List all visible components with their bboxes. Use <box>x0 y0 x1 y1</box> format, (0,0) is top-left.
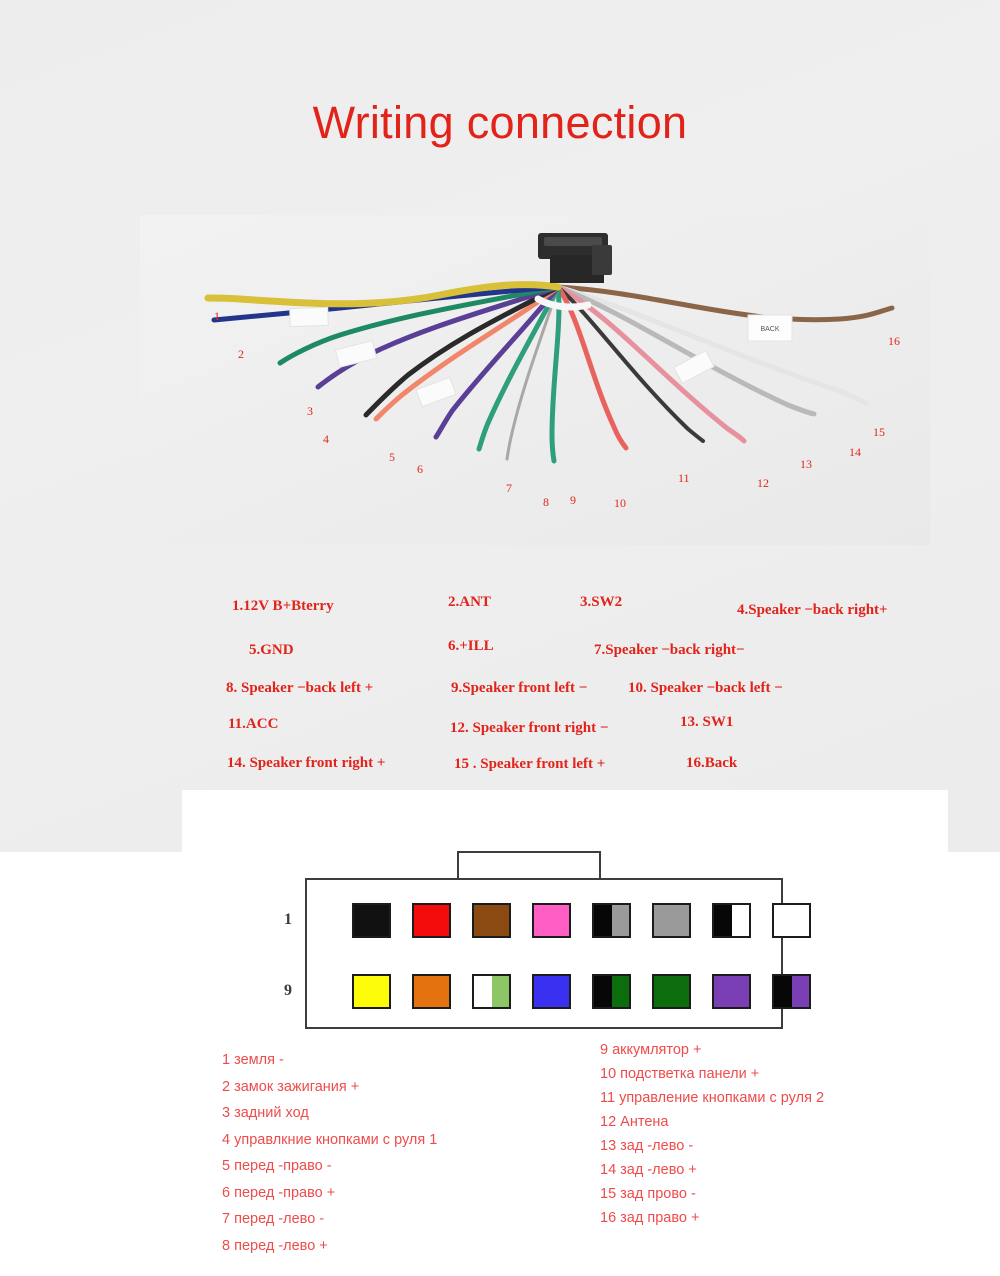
wire-harness-photo: BACK 1 2 3 4 5 6 7 8 9 10 11 12 13 14 15… <box>140 215 930 545</box>
wire-number-16: 16 <box>888 334 900 348</box>
legend-en-item-1: 1.12V B+Bterry <box>232 598 334 614</box>
russian-legend-left-column: 1 земля - 2 замок зажигания + 3 задний ход… <box>222 1052 437 1264</box>
pin-color-swatch <box>731 905 749 936</box>
connector-pin-9[interactable] <box>352 974 391 1009</box>
pin-color-swatch <box>791 976 809 1007</box>
legend-en-item-12: 12. Speaker front right − <box>450 720 609 736</box>
wire-number-10: 10 <box>614 496 626 510</box>
wire-number-8: 8 <box>543 495 549 509</box>
pin-color-swatch <box>414 905 449 936</box>
russian-legend-item-left-1: 1 земля - <box>222 1052 284 1068</box>
connector-pin-8[interactable] <box>772 903 811 938</box>
connector-pin-15[interactable] <box>712 974 751 1009</box>
russian-legend-item-right-3: 11 управление кнопками с руля 2 <box>600 1090 825 1106</box>
russian-legend-item-left-7: 7 перед -лево - <box>222 1211 325 1227</box>
pin-row-bottom <box>352 974 811 1009</box>
russian-legend-item-right-1: 9 аккумлятор + <box>600 1042 702 1058</box>
wire-number-3: 3 <box>307 404 313 418</box>
legend-en-item-15: 15 . Speaker front left + <box>454 756 606 772</box>
connector-latch-tab <box>457 851 601 879</box>
connector-pin-7[interactable] <box>712 903 751 938</box>
pin-color-swatch <box>534 905 569 936</box>
pin-color-swatch <box>654 976 689 1007</box>
russian-legend-item-left-3: 3 задний ход <box>222 1105 309 1121</box>
pin-color-swatch <box>714 905 732 936</box>
wire-number-6: 6 <box>417 462 423 476</box>
pin-color-swatch <box>354 976 389 1007</box>
legend-en-item-8: 8. Speaker −back left + <box>226 680 374 696</box>
legend-en-item-11: 11.ACC <box>228 716 279 732</box>
russian-legend-item-left-6: 6 перед -право + <box>222 1184 336 1201</box>
legend-en-item-14: 14. Speaker front right + <box>227 755 386 771</box>
wire-number-4: 4 <box>323 432 329 446</box>
russian-legend-item-left-5: 5 перед -право - <box>222 1158 332 1174</box>
wire-number-12: 12 <box>757 476 769 490</box>
russian-legend-right-column: 9 аккумлятор + 10 подстветка панели + 11 у… <box>600 1042 824 1234</box>
pin-color-swatch <box>774 976 792 1007</box>
english-pin-legend: 1.12V B+Bterry 2.ANT 3.SW2 4.Speaker −ba… <box>0 588 1000 783</box>
wire-number-15: 15 <box>873 425 885 439</box>
wire-number-9: 9 <box>570 493 576 507</box>
connector-pin-12[interactable] <box>532 974 571 1009</box>
connector-pinout-diagram: 1 9 <box>284 851 811 1029</box>
wire-number-11: 11 <box>678 471 690 485</box>
page-title: Writing connection <box>312 97 688 148</box>
legend-en-item-3: 3.SW2 <box>580 594 623 610</box>
russian-legend-item-right-8: 16 зад право + <box>600 1210 700 1226</box>
connector-pin-3[interactable] <box>472 903 511 938</box>
pin-color-swatch <box>654 905 689 936</box>
pin-color-swatch <box>611 905 629 936</box>
connector-pin-2[interactable] <box>412 903 451 938</box>
wire-number-5: 5 <box>389 450 395 464</box>
legend-en-item-6: 6.+ILL <box>448 638 494 654</box>
pin-color-swatch <box>714 976 749 1007</box>
wire-number-7: 7 <box>506 481 512 495</box>
legend-en-item-2: 2.ANT <box>448 594 491 610</box>
pin-row-label-top: 1 <box>284 911 292 928</box>
connector-pin-14[interactable] <box>652 974 691 1009</box>
pin-color-swatch <box>474 905 509 936</box>
legend-en-item-5: 5.GND <box>249 642 294 658</box>
wire-number-13: 13 <box>800 457 812 471</box>
russian-legend-item-left-8: 8 перед -лево + <box>222 1237 328 1254</box>
pin-color-swatch <box>594 905 612 936</box>
legend-en-item-9: 9.Speaker front left − <box>451 680 588 696</box>
pin-color-swatch <box>774 905 809 936</box>
pin-color-swatch <box>534 976 569 1007</box>
pin-color-swatch <box>491 976 509 1007</box>
connector-pin-11[interactable] <box>472 974 511 1009</box>
wire-number-2: 2 <box>238 347 244 361</box>
russian-legend-item-left-2: 2 замок зажигания + <box>222 1078 360 1095</box>
russian-legend-item-right-6: 14 зад -лево + <box>600 1162 697 1178</box>
connector-pin-6[interactable] <box>652 903 691 938</box>
connector-pin-16[interactable] <box>772 974 811 1009</box>
legend-en-item-13: 13. SW1 <box>680 714 734 730</box>
russian-legend-item-left-4: 4 управлкние кнопками с руля 1 <box>222 1131 438 1148</box>
connector-pin-4[interactable] <box>532 903 571 938</box>
connector-pin-13[interactable] <box>592 974 631 1009</box>
pin-color-swatch <box>594 976 612 1007</box>
connector-pin-10[interactable] <box>412 974 451 1009</box>
wire-number-14: 14 <box>849 445 861 459</box>
pin-color-swatch <box>474 976 492 1007</box>
russian-legend-item-right-2: 10 подстветка панели + <box>600 1066 760 1082</box>
harness-illustration: BACK <box>140 215 930 545</box>
pin-row-top <box>352 903 811 938</box>
connector-pin-1[interactable] <box>352 903 391 938</box>
pin-color-swatch <box>414 976 449 1007</box>
legend-en-item-4: 4.Speaker −back right+ <box>737 602 888 618</box>
pin-row-label-bottom: 9 <box>284 982 292 999</box>
pin-color-swatch <box>611 976 629 1007</box>
russian-legend-item-right-7: 15 зад прово - <box>600 1186 696 1202</box>
pin-color-swatch <box>354 905 389 936</box>
legend-en-item-10: 10. Speaker −back left − <box>628 680 783 696</box>
connector-pin-5[interactable] <box>592 903 631 938</box>
russian-legend-item-right-5: 13 зад -лево - <box>600 1138 694 1154</box>
russian-legend-item-right-4: 12 Антена <box>600 1114 669 1130</box>
legend-en-item-7: 7.Speaker −back right− <box>594 642 745 658</box>
back-wire-label: BACK <box>760 326 779 333</box>
wire-number-1: 1 <box>214 309 220 323</box>
legend-en-item-16: 16.Back <box>686 755 738 771</box>
